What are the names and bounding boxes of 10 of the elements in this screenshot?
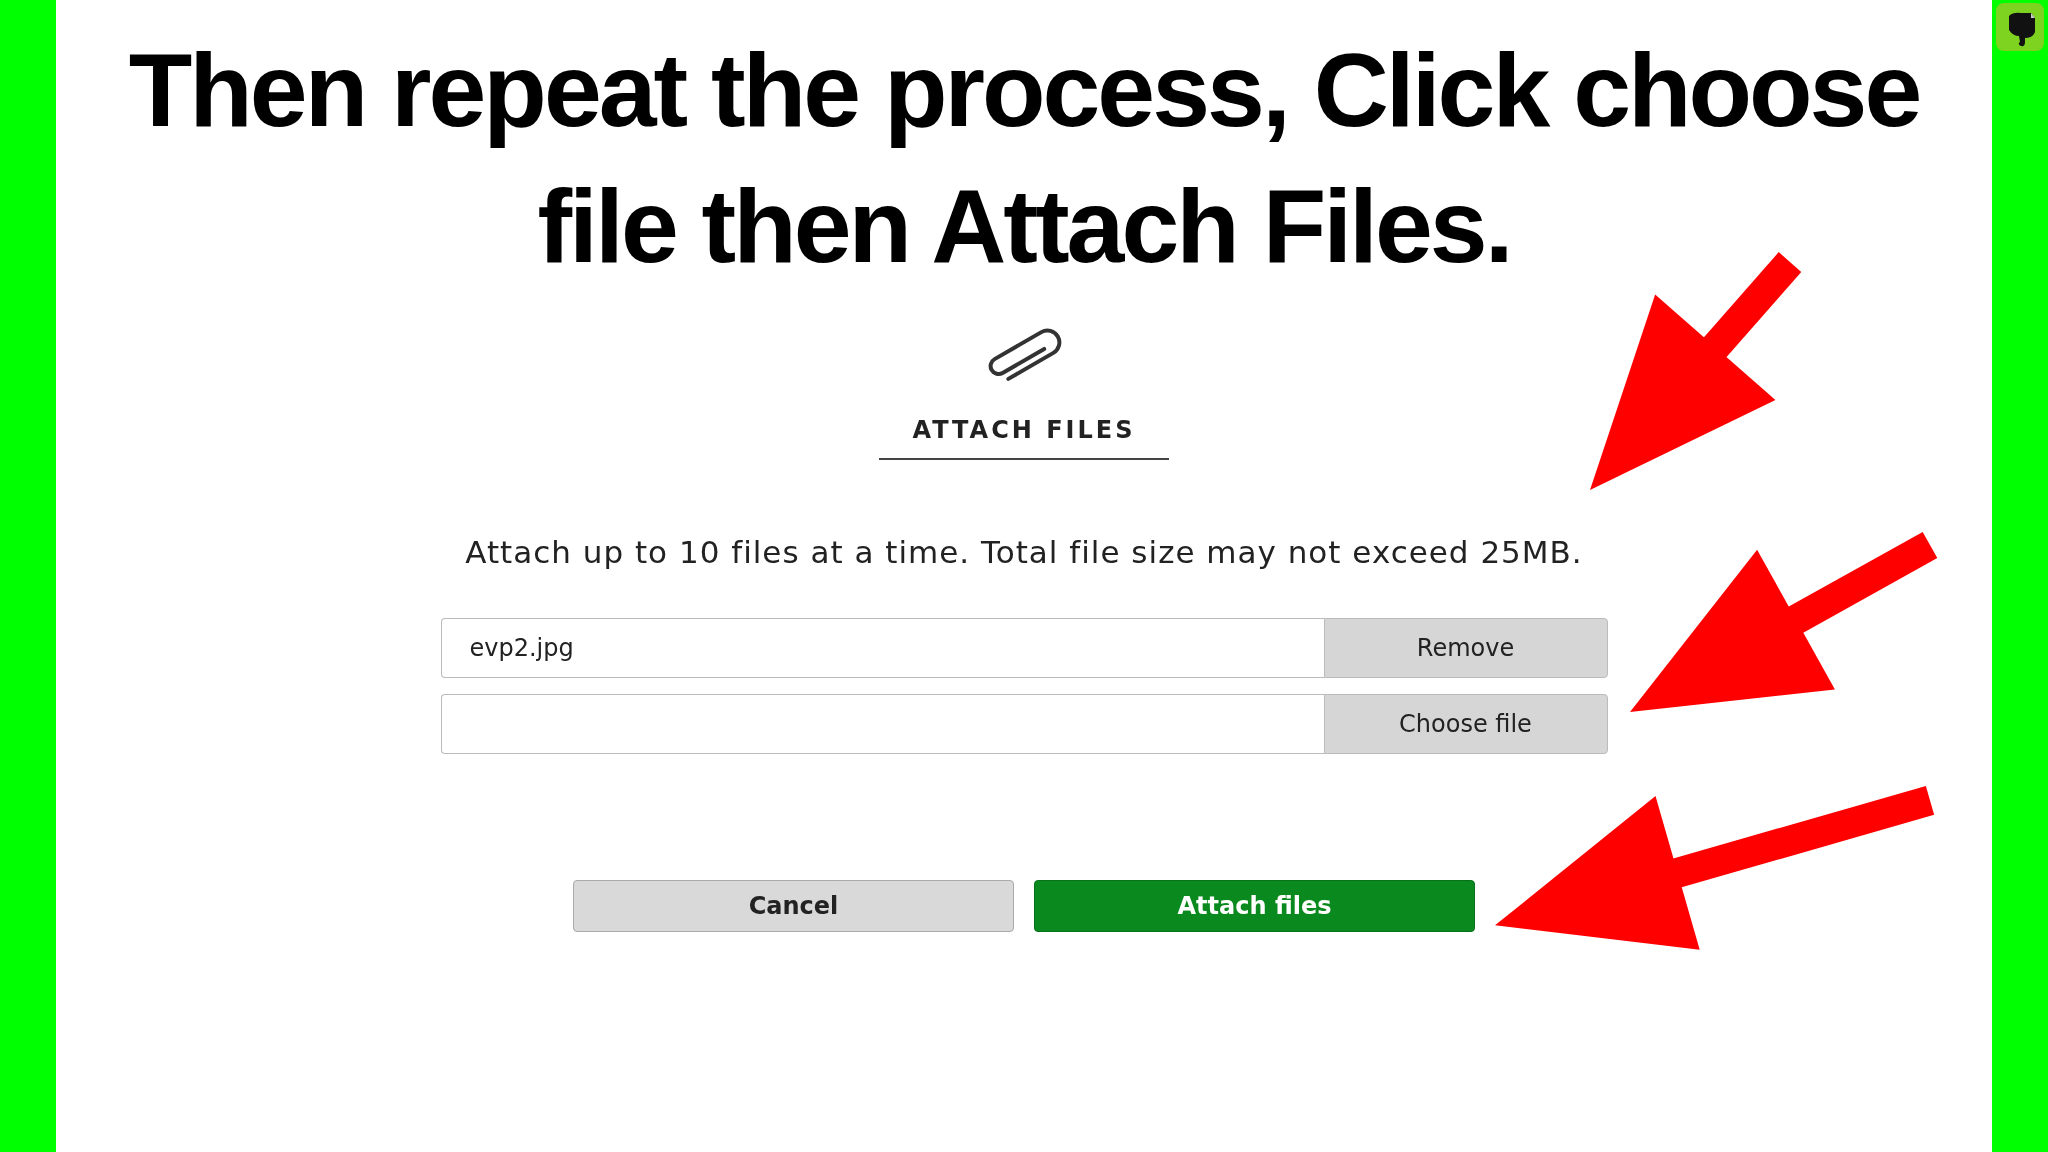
description-text: Attach up to 10 files at a time. Total file size may not exceed 25MB. (465, 534, 1583, 570)
file-action-button[interactable]: Remove (1323, 618, 1608, 678)
file-field[interactable] (440, 694, 1324, 754)
caption-text: Then repeat the process, Click choose (128, 31, 1920, 150)
cancel-button[interactable]: Cancel (573, 880, 1014, 932)
attach-button[interactable]: Attach files (1034, 880, 1475, 932)
file-field[interactable]: evp2.jpg (440, 618, 1324, 678)
caption-text: file then Attach Files. (537, 167, 1511, 286)
dialog-title: ATTACH FILES (879, 416, 1169, 460)
file-action-button[interactable]: Choose file (1323, 694, 1608, 754)
